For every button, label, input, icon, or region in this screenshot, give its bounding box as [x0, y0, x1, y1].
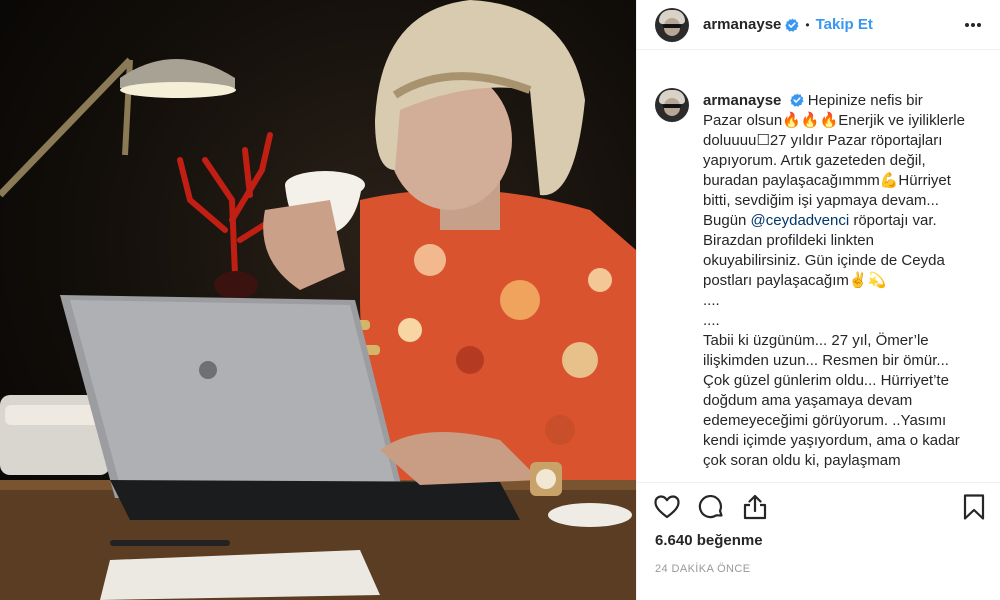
- caption-avatar[interactable]: [655, 88, 689, 122]
- post-actions-section: 6.640 beğenme 24 DAKİKA ÖNCE: [637, 482, 1000, 600]
- comment-icon[interactable]: [697, 493, 725, 521]
- post-photo-illustration: [0, 0, 636, 600]
- caption-text-block: armanayse Hepinize nefis bir Pazar olsun…: [703, 91, 965, 471]
- likes-count[interactable]: 6.640 beğenme: [655, 532, 763, 549]
- more-options-icon[interactable]: [963, 15, 983, 35]
- caption-text: Hepinize nefis bir Pazar olsun🔥🔥🔥Enerjik…: [703, 92, 965, 229]
- caption-scroll-area[interactable]: armanayse Hepinize nefis bir Pazar olsun…: [637, 66, 1000, 482]
- bookmark-icon[interactable]: [961, 493, 987, 521]
- verified-badge-icon: [785, 18, 799, 32]
- post-photo[interactable]: [0, 0, 636, 600]
- post-side-panel: armanayse • Takip Et armanayse Hepinize …: [636, 0, 1000, 600]
- follow-button[interactable]: Takip Et: [816, 16, 873, 33]
- post-timestamp[interactable]: 24 DAKİKA ÖNCE: [655, 563, 750, 575]
- mention-link[interactable]: @ceydadvenci: [751, 212, 850, 229]
- heart-icon[interactable]: [653, 493, 681, 521]
- caption-row: armanayse Hepinize nefis bir Pazar olsun…: [637, 66, 1000, 471]
- post-header: armanayse • Takip Et: [637, 0, 1000, 50]
- avatar[interactable]: [655, 7, 689, 42]
- share-icon[interactable]: [741, 493, 769, 521]
- separator-dot: •: [805, 17, 810, 32]
- username-link[interactable]: armanayse: [703, 16, 781, 33]
- action-bar: [653, 493, 769, 521]
- caption-text-continued: röportajı var. Birazdan profildeki linkt…: [703, 212, 960, 469]
- caption-username-link[interactable]: armanayse: [703, 92, 781, 109]
- caption-verified-badge-icon: [789, 93, 804, 107]
